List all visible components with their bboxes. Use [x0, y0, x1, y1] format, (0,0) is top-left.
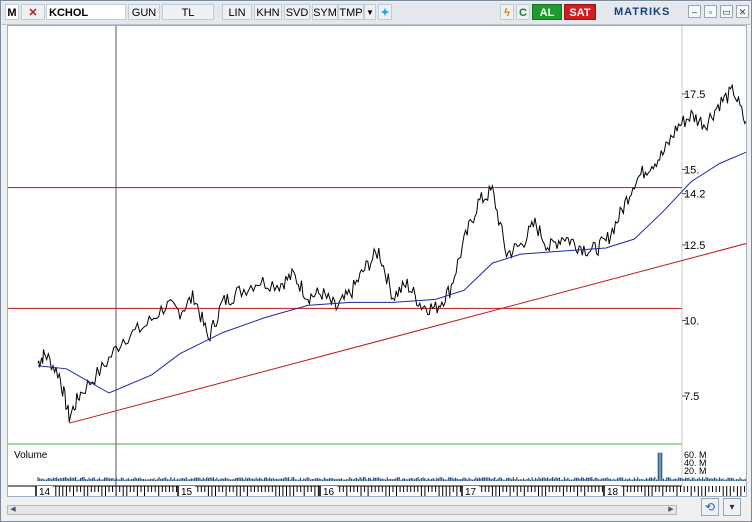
- horizontal-scrollbar[interactable]: ◀ ▶: [7, 505, 677, 515]
- chart-area[interactable]: 17.5 15. 14.2 12.5 10. 7.5 60. M 40. M 20. M 14 15…: [7, 25, 752, 498]
- currency-button[interactable]: TL: [162, 4, 214, 20]
- price-label-2: 14.2: [684, 189, 705, 201]
- price-label-3: 12.5: [684, 240, 705, 252]
- sync-icon[interactable]: ⟲: [701, 498, 719, 516]
- refresh-button[interactable]: C: [516, 4, 530, 20]
- year-label-3: 17: [465, 487, 477, 496]
- price-label-4: 10.: [684, 316, 699, 328]
- khn-button[interactable]: KHN: [254, 4, 282, 20]
- price-label-1: 15.: [684, 165, 699, 177]
- price-label-0: 17.5: [684, 89, 705, 101]
- chart-window: M ✕ KCHOL GUN TL LIN KHN SVD SYM TMP ▼ ✦…: [0, 0, 752, 522]
- period-button[interactable]: GUN: [128, 4, 160, 20]
- year-label-2: 16: [323, 487, 335, 496]
- scroll-right-icon[interactable]: ▶: [666, 506, 676, 514]
- template-dropdown-icon[interactable]: ▼: [364, 4, 376, 20]
- scale-button[interactable]: LIN: [222, 4, 252, 20]
- sell-button[interactable]: SAT: [564, 4, 596, 20]
- pin-icon[interactable]: ▭: [720, 5, 733, 18]
- symbol-field[interactable]: KCHOL: [46, 4, 126, 20]
- toolbar: M ✕ KCHOL GUN TL LIN KHN SVD SYM TMP ▼ ✦…: [2, 2, 750, 25]
- template-button[interactable]: TMP: [338, 4, 364, 20]
- volume-title: Volume: [14, 450, 48, 461]
- year-label-4: 18: [607, 487, 619, 496]
- minimize-icon[interactable]: –: [688, 5, 701, 18]
- price-chart[interactable]: 17.515.14.212.510.7.560. M40. M20. M14 15…: [8, 26, 752, 498]
- year-label-0: 14: [39, 487, 51, 496]
- year-label-1: 15: [181, 487, 193, 496]
- menu-m-button[interactable]: M: [5, 4, 19, 20]
- price-label-5: 7.5: [684, 391, 699, 403]
- restore-icon[interactable]: ▫: [704, 5, 717, 18]
- settings-icon[interactable]: ▾: [723, 498, 741, 516]
- twitter-bird-icon[interactable]: ✦: [378, 4, 392, 20]
- svd-button[interactable]: SVD: [284, 4, 310, 20]
- buy-button[interactable]: AL: [532, 4, 562, 20]
- scroll-left-icon[interactable]: ◀: [8, 506, 18, 514]
- close-icon[interactable]: ✕: [736, 5, 749, 18]
- symbol-tools-icon[interactable]: ✕: [21, 4, 45, 20]
- brand-logo: MATRIKS: [614, 6, 671, 18]
- lightning-icon[interactable]: ϟ: [500, 4, 514, 20]
- sym-button[interactable]: SYM: [312, 4, 338, 20]
- volume-label-2: 20. M: [684, 466, 707, 476]
